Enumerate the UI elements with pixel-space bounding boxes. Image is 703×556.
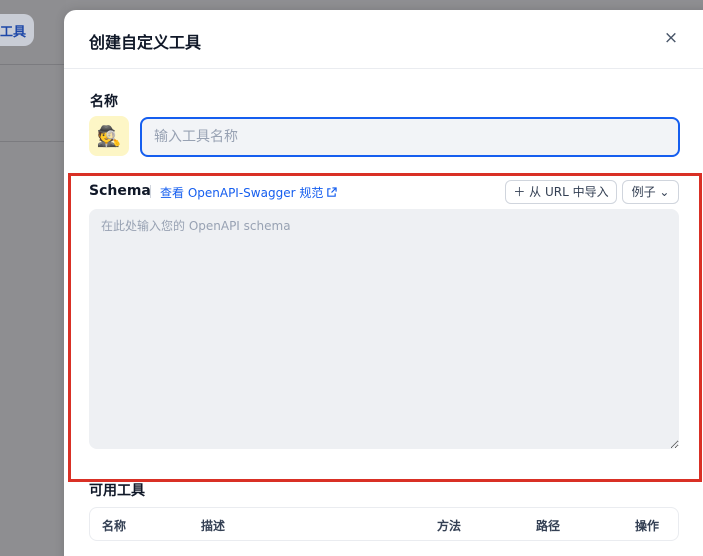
close-icon[interactable]: × (661, 28, 681, 48)
external-link-icon (327, 187, 338, 197)
background-page (0, 0, 66, 556)
available-tools-table: 名称 描述 方法 路径 操作 (89, 507, 679, 541)
available-tools-label: 可用工具 (89, 483, 145, 499)
name-label: 名称 (90, 94, 118, 110)
modal-header: 创建自定义工具 × (64, 10, 703, 69)
schema-textarea[interactable] (89, 209, 679, 449)
openapi-spec-link[interactable]: 查看 OpenAPI-Swagger 规范 (160, 184, 338, 201)
table-header-description: 描述 (201, 519, 226, 533)
openapi-spec-link-text: 查看 OpenAPI-Swagger 规范 (160, 186, 324, 200)
examples-dropdown[interactable]: 例子 ⌄ (622, 180, 679, 204)
background-divider (0, 141, 66, 142)
table-header-name: 名称 (102, 519, 127, 533)
background-tab-label: 工具 (0, 25, 26, 40)
schema-header: Schema 查看 OpenAPI-Swagger 规范 ＋ 从 URL 中导入… (89, 180, 679, 206)
background-divider (0, 64, 66, 65)
schema-label: Schema (89, 183, 151, 199)
import-from-url-button[interactable]: ＋ 从 URL 中导入 (505, 180, 617, 204)
tool-name-input[interactable] (140, 117, 680, 157)
background-tab: 工具 (0, 14, 34, 46)
table-header-method: 方法 (437, 519, 462, 533)
table-header-actions: 操作 (635, 519, 660, 533)
modal-title: 创建自定义工具 (89, 33, 202, 52)
divider (150, 185, 151, 198)
tool-avatar[interactable]: 🕵️ (89, 116, 129, 156)
table-header-path: 路径 (536, 519, 561, 533)
create-custom-tool-modal: 创建自定义工具 × 名称 🕵️ Schema 查看 OpenAPI-Swagge… (64, 10, 703, 556)
